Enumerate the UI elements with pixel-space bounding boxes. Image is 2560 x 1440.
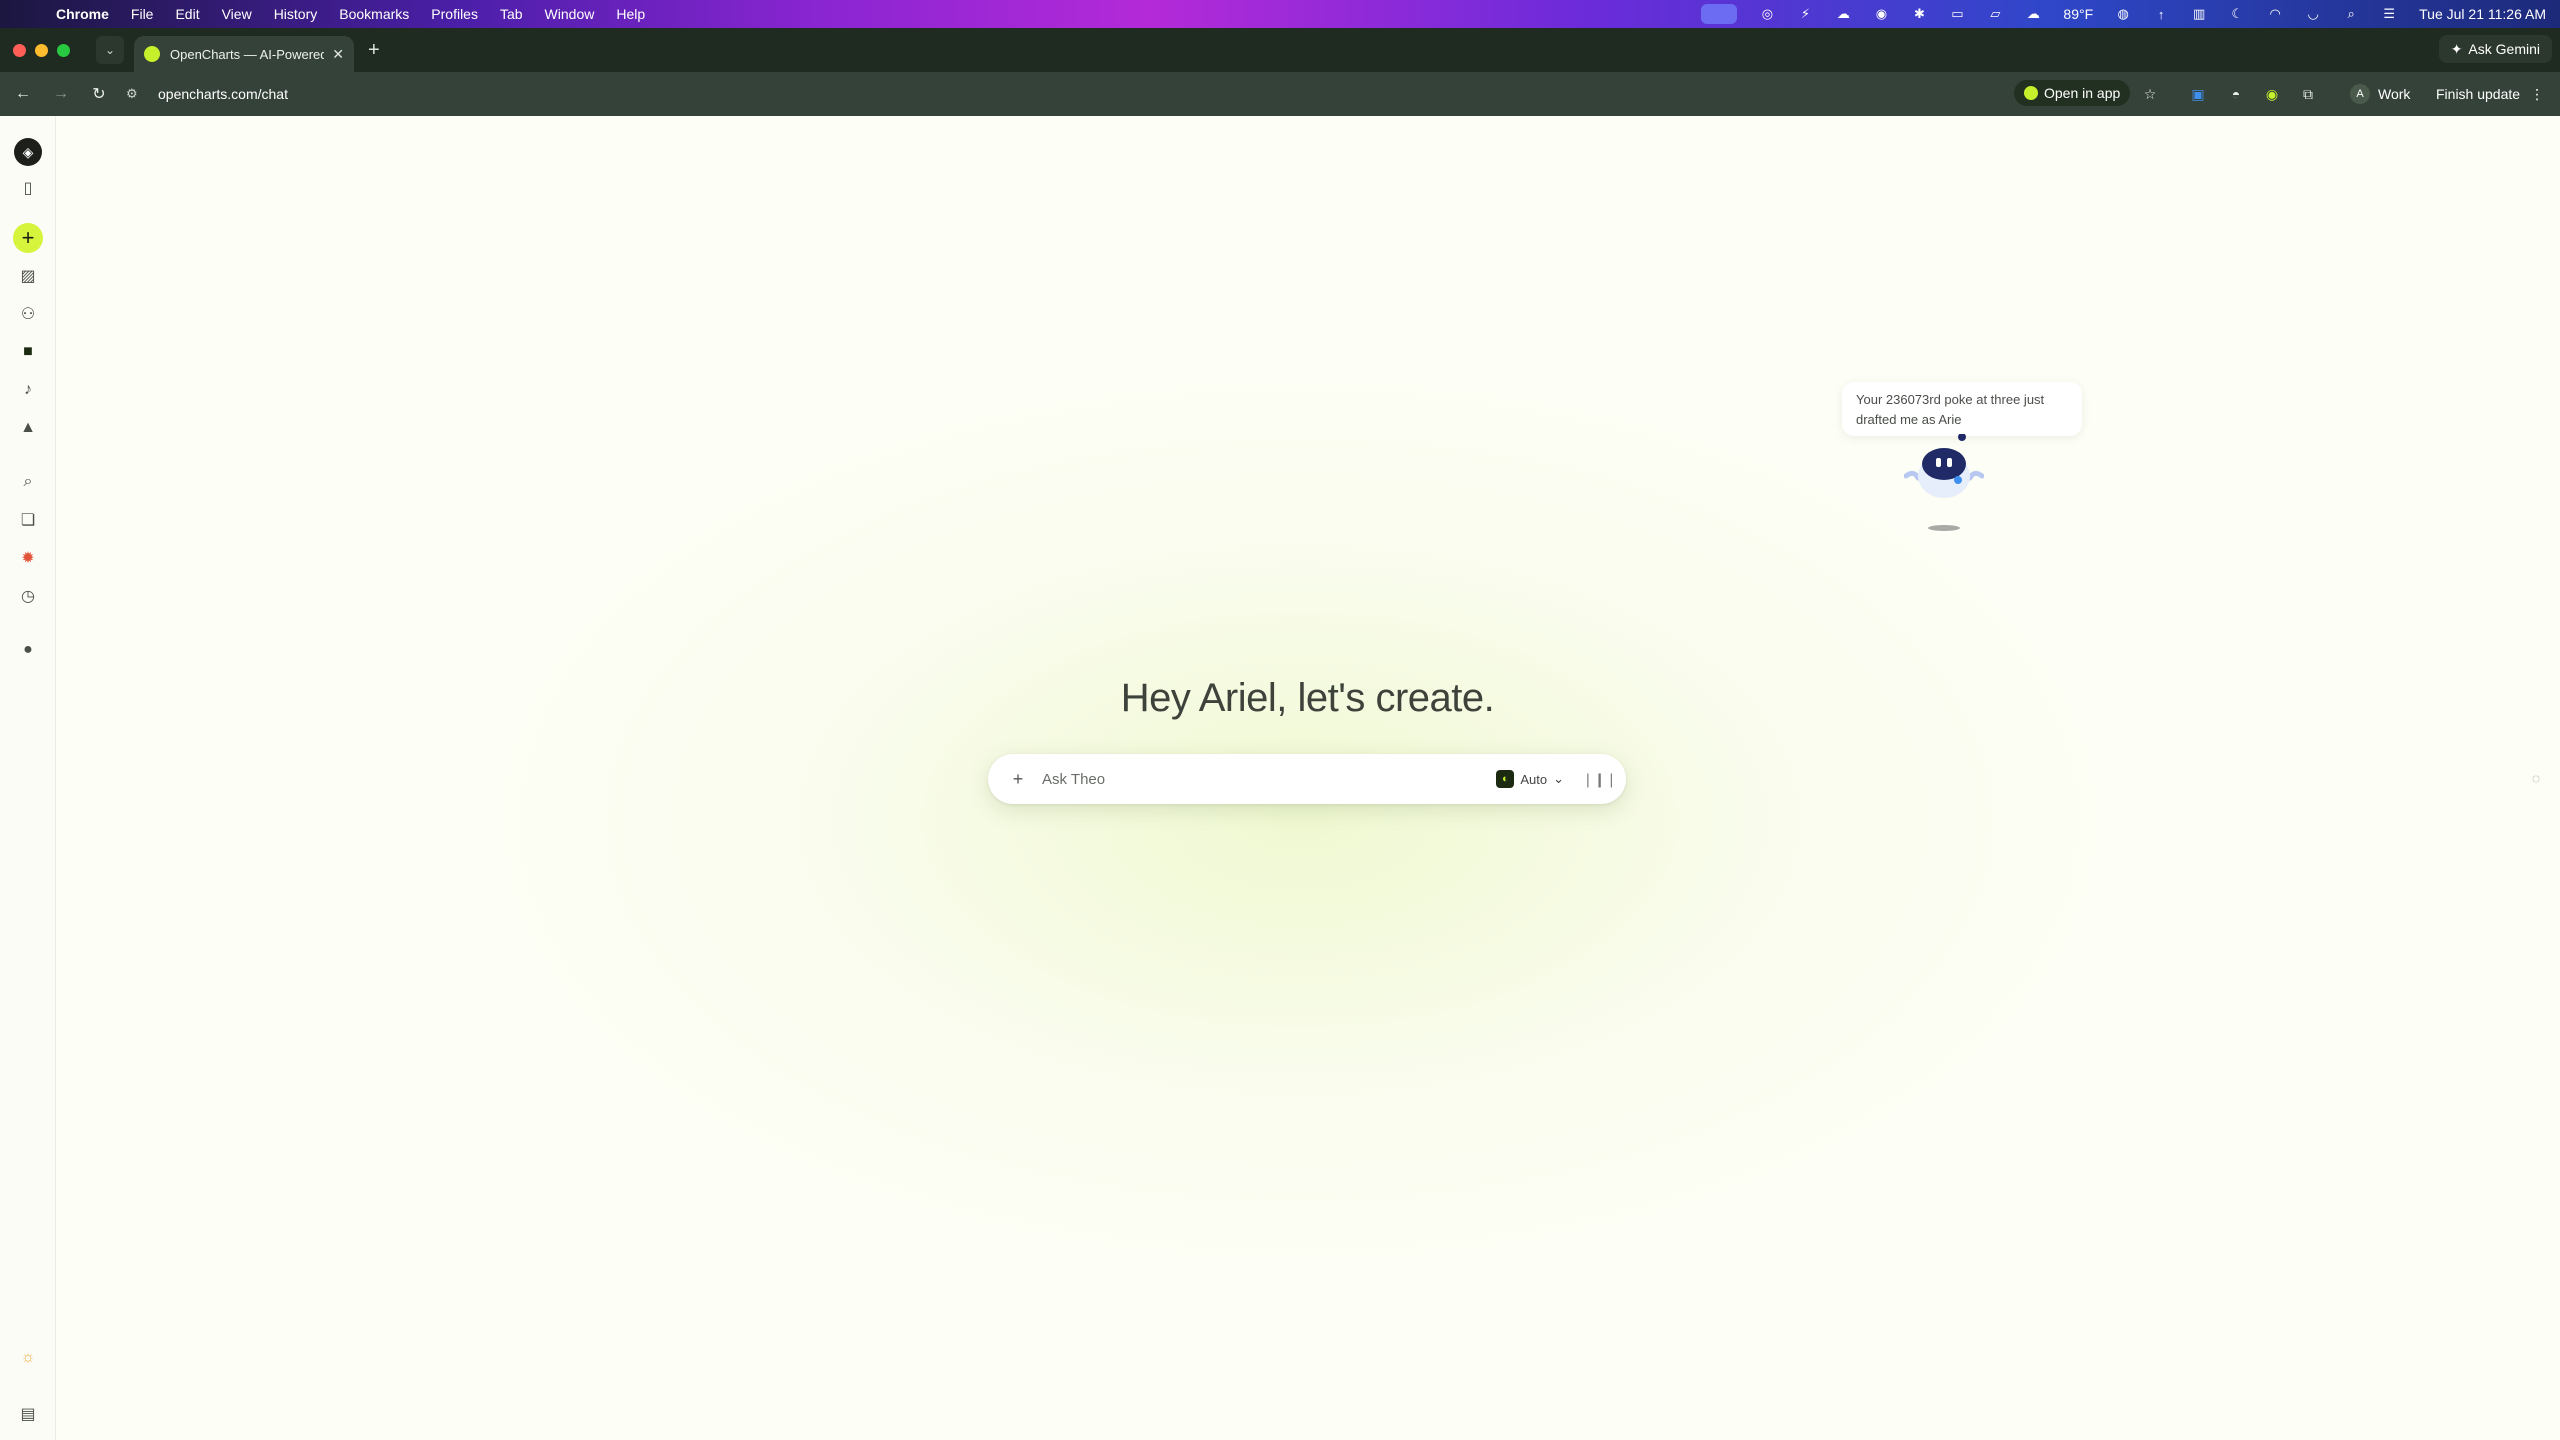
model-icon: ◐: [1496, 770, 1515, 788]
window-controls: [13, 43, 70, 57]
compass-icon[interactable]: ◍: [2115, 6, 2131, 22]
theme-sun-icon[interactable]: ☼: [16, 1346, 40, 1370]
ask-gemini-button[interactable]: ✦ Ask Gemini: [2438, 35, 2552, 63]
cloud-sync-icon[interactable]: ☁: [2025, 6, 2041, 22]
bluetooth-icon[interactable]: ✱: [1911, 6, 1927, 22]
menu-edit[interactable]: Edit: [175, 6, 199, 22]
menu-bookmarks[interactable]: Bookmarks: [339, 6, 409, 22]
clock-readout[interactable]: Tue Jul 21 11:26 AM: [2419, 6, 2546, 22]
menu-profiles[interactable]: Profiles: [431, 6, 478, 22]
site-settings-icon[interactable]: ⚙: [126, 86, 144, 102]
toggle-sidebar-icon[interactable]: ▯: [16, 176, 40, 200]
reload-icon[interactable]: ↻: [84, 79, 114, 109]
close-tab-icon[interactable]: ✕: [332, 46, 344, 63]
new-chat-plus-icon[interactable]: +: [13, 223, 43, 253]
browser-toolbar: ← → ↻ ⚙ opencharts.com/chat Open in app …: [0, 72, 2560, 116]
palette-icon[interactable]: ◌: [2526, 768, 2546, 788]
menu-view[interactable]: View: [222, 6, 252, 22]
kebab-menu-icon[interactable]: ⋮: [2530, 86, 2544, 103]
menu-window[interactable]: Window: [545, 6, 595, 22]
menu-file[interactable]: File: [131, 6, 154, 22]
rocket-icon[interactable]: ▲: [16, 416, 40, 440]
tab-opencharts[interactable]: OpenCharts — AI-Powered Fi ✕: [134, 36, 354, 72]
moon-icon[interactable]: ☾: [2229, 6, 2245, 22]
open-in-app-button[interactable]: Open in app: [2014, 80, 2131, 106]
music-app-icon[interactable]: ■: [16, 340, 40, 364]
sync-icon[interactable]: ◉: [1873, 6, 1889, 22]
minimize-window-button[interactable]: [35, 43, 48, 57]
attach-plus-icon[interactable]: +: [1008, 769, 1028, 790]
page-greeting: Hey Ariel, let's create.: [1120, 676, 1495, 720]
airdrop-icon[interactable]: ◠: [2267, 6, 2283, 22]
bookmark-star-icon[interactable]: ☆: [2140, 84, 2160, 104]
tab-search-chevron-icon[interactable]: ⌄: [96, 36, 124, 64]
opencharts-logo-icon[interactable]: ◈: [14, 138, 42, 166]
profile-avatar: A: [2350, 84, 2370, 104]
macos-menubar: Chrome File Edit View History Bookmarks …: [0, 0, 2560, 28]
extension-opencharts-icon[interactable]: ◉: [2262, 84, 2282, 104]
cast-icon[interactable]: ▱: [1987, 6, 2003, 22]
back-arrow-icon[interactable]: ←: [8, 79, 38, 109]
microphone-icon[interactable]: ♪: [16, 378, 40, 402]
mascot-avatar-icon[interactable]: ●: [16, 638, 40, 662]
extensions-puzzle-icon[interactable]: ⧉: [2298, 84, 2318, 104]
display-icon[interactable]: ▭: [1949, 6, 1965, 22]
feature-spark-icon[interactable]: ✹: [16, 546, 40, 570]
profile-name: Work: [2378, 86, 2411, 102]
opencharts-app-icon: [2024, 86, 2038, 100]
settings-panel-icon[interactable]: ▤: [16, 1402, 40, 1426]
gemini-sparkle-icon: ✦: [2450, 40, 2463, 57]
ask-gemini-label: Ask Gemini: [2468, 41, 2540, 57]
tab-title: OpenCharts — AI-Powered Fi: [170, 46, 325, 62]
chevron-down-icon: ⌄: [1553, 771, 1564, 786]
wifi-icon[interactable]: ◡: [2305, 6, 2321, 22]
extension-p-icon[interactable]: ▣: [2188, 84, 2208, 104]
bolt-icon[interactable]: ⚡: [1797, 6, 1813, 22]
control-center-icon[interactable]: ☰: [2381, 6, 2397, 22]
spotlight-search-icon[interactable]: ⌕: [2343, 6, 2359, 22]
forward-arrow-icon[interactable]: →: [46, 79, 76, 109]
cloud-icon[interactable]: ☁: [1835, 6, 1851, 22]
model-selector[interactable]: ◐ Auto ⌄: [1496, 770, 1564, 788]
screen-share-icon[interactable]: [1701, 4, 1738, 24]
people-icon[interactable]: ⚇: [16, 302, 40, 326]
mascot-speech-bubble: Your 236073rd poke at three just drafted…: [1842, 382, 2082, 436]
new-tab-plus-icon[interactable]: +: [368, 39, 380, 62]
extension-hat-icon[interactable]: ◓: [2226, 84, 2246, 104]
menu-help[interactable]: Help: [616, 6, 645, 22]
open-in-app-label: Open in app: [2044, 85, 2121, 101]
app-sidebar: ◈ ▯ + ▨ ⚇ ■ ♪ ▲ ⌕ ❏ ✹ ◷ ● ☼ ▤: [0, 116, 56, 1440]
address-bar[interactable]: ⚙ opencharts.com/chat: [126, 80, 1956, 108]
browser-tabstrip: ⌄ OpenCharts — AI-Powered Fi ✕ + ✦ Ask G…: [0, 28, 2560, 72]
menu-tab[interactable]: Tab: [500, 6, 523, 22]
zoom-window-button[interactable]: [57, 43, 70, 57]
book-icon[interactable]: ❏: [16, 508, 40, 532]
finish-update-button[interactable]: Finish update ⋮: [2436, 81, 2544, 107]
chart-icon[interactable]: ▥: [2191, 6, 2207, 22]
close-window-button[interactable]: [13, 43, 26, 57]
background-glow: [500, 380, 2100, 1260]
voice-waveform-icon[interactable]: ❘❙❘: [1582, 771, 1617, 788]
robot-mascot-icon[interactable]: [1904, 434, 1984, 534]
url-text[interactable]: opencharts.com/chat: [158, 86, 288, 102]
menu-history[interactable]: History: [274, 6, 318, 22]
menu-app-name[interactable]: Chrome: [56, 6, 109, 22]
finish-update-label: Finish update: [2436, 86, 2521, 102]
history-clock-icon[interactable]: ◷: [16, 584, 40, 608]
image-icon[interactable]: ▨: [16, 264, 40, 288]
weather-readout[interactable]: 89°F: [2063, 6, 2093, 22]
search-icon[interactable]: ⌕: [16, 470, 40, 494]
chat-input[interactable]: [1042, 770, 1497, 788]
profile-button[interactable]: A Work: [2350, 81, 2410, 107]
app-status-icon[interactable]: ◎: [1759, 6, 1775, 22]
pin-icon[interactable]: ↑: [2153, 6, 2169, 22]
status-area: ◎ ⚡ ☁ ◉ ✱ ▭ ▱ ☁ 89°F ◍ ↑ ▥ ☾ ◠ ◡ ⌕ ☰ Tue…: [1701, 0, 2560, 28]
opencharts-favicon-icon: [144, 46, 160, 62]
chat-composer: + ◐ Auto ⌄ ❘❙❘: [988, 754, 1626, 804]
model-label: Auto: [1520, 771, 1548, 787]
